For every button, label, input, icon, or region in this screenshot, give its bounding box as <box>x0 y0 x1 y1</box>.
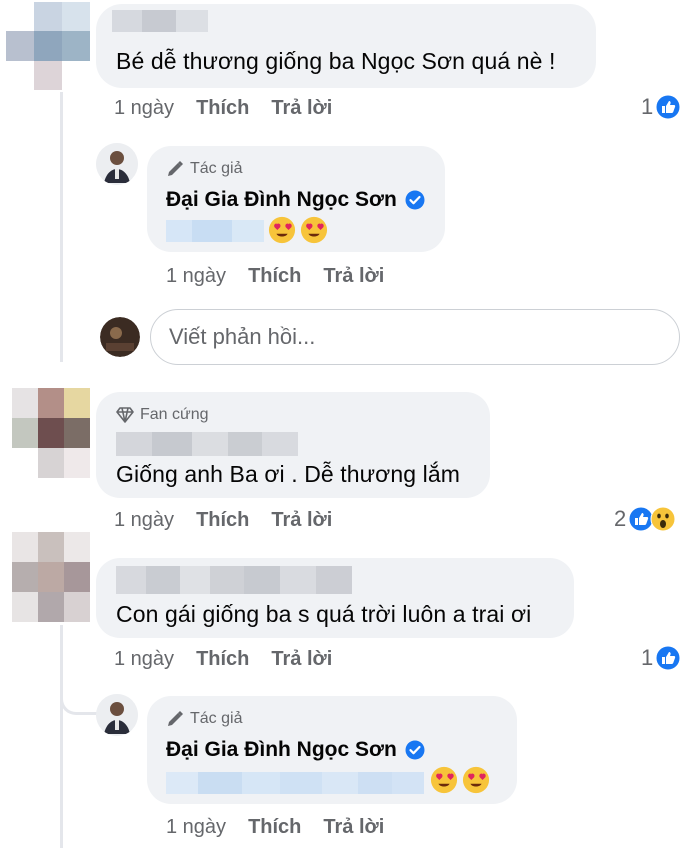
heart-eyes-icon <box>430 766 458 794</box>
comment-time[interactable]: 1 ngày <box>166 265 226 287</box>
pencil-icon <box>168 161 183 176</box>
author-badge: Tác giả <box>166 160 242 178</box>
author-badge-label: Tác giả <box>190 160 243 177</box>
comment-text: Giống anh Ba ơi . Dễ thương lắm <box>116 461 461 487</box>
reaction-count[interactable]: 1 <box>641 94 681 120</box>
pencil-icon <box>168 711 183 726</box>
author-reply-meta: 1 ngày Thích Trả lời <box>166 265 384 288</box>
reaction-count-number: 2 <box>614 506 627 531</box>
reply-emojis <box>268 216 328 244</box>
like-button[interactable]: Thích <box>248 265 301 287</box>
author-reply-meta: 1 ngày Thích Trả lời <box>166 816 384 839</box>
like-icon <box>655 94 681 120</box>
fan-badge: Fan cứng <box>116 406 209 424</box>
author-avatar[interactable] <box>96 694 138 736</box>
reaction-count-number: 1 <box>641 645 654 670</box>
author-name-blurred[interactable] <box>116 566 352 594</box>
author-avatar[interactable] <box>96 143 138 185</box>
verified-icon <box>405 740 425 760</box>
heart-eyes-icon <box>300 216 328 244</box>
avatar[interactable] <box>6 2 90 90</box>
avatar[interactable] <box>12 388 90 478</box>
author-badge: Tác giả <box>166 710 242 728</box>
comment-text: Con gái giống ba s quá trời luôn a trai … <box>116 601 532 627</box>
comment-time[interactable]: 1 ngày <box>114 509 174 531</box>
fan-badge-label: Fan cứng <box>140 406 209 423</box>
diamond-icon <box>116 407 134 423</box>
thread-connector <box>60 660 97 715</box>
comment-text: Bé dễ thương giống ba Ngọc Sơn quá nè ! <box>116 48 556 74</box>
author-name-text: Đại Gia Đình Ngọc Sơn <box>166 738 397 761</box>
heart-eyes-icon <box>462 766 490 794</box>
like-button[interactable]: Thích <box>196 509 249 531</box>
reply-button[interactable]: Trả lời <box>323 265 384 287</box>
reply-button[interactable]: Trả lời <box>271 648 332 670</box>
author-name-text: Đại Gia Đình Ngọc Sơn <box>166 188 397 211</box>
comment-meta: 1 ngày Thích Trả lời <box>114 648 332 671</box>
heart-eyes-icon <box>268 216 296 244</box>
like-button[interactable]: Thích <box>196 648 249 670</box>
reply-button[interactable]: Trả lời <box>271 97 332 119</box>
reply-input[interactable]: Viết phản hồi... <box>150 309 680 365</box>
comment-meta: 1 ngày Thích Trả lời <box>114 97 332 120</box>
like-button[interactable]: Thích <box>196 97 249 119</box>
author-name-blurred[interactable] <box>116 432 298 456</box>
like-button[interactable]: Thích <box>248 816 301 838</box>
current-user-avatar <box>100 317 140 357</box>
reply-button[interactable]: Trả lời <box>271 509 332 531</box>
author-name[interactable]: Đại Gia Đình Ngọc Sơn <box>166 738 425 762</box>
reply-text-blurred <box>166 772 424 794</box>
author-name[interactable]: Đại Gia Đình Ngọc Sơn <box>166 188 425 212</box>
reaction-count-number: 1 <box>641 94 654 119</box>
thread-line <box>60 625 63 848</box>
wow-icon <box>650 506 676 532</box>
reply-text-blurred <box>166 220 264 242</box>
reply-emojis <box>430 766 490 794</box>
avatar[interactable] <box>12 532 90 622</box>
comment-time[interactable]: 1 ngày <box>114 97 174 119</box>
verified-icon <box>405 190 425 210</box>
thread-line <box>60 92 63 362</box>
reaction-count[interactable]: 2 <box>614 506 676 532</box>
reply-button[interactable]: Trả lời <box>323 816 384 838</box>
reply-input-placeholder: Viết phản hồi... <box>169 324 316 349</box>
comment-meta: 1 ngày Thích Trả lời <box>114 509 332 532</box>
reaction-count[interactable]: 1 <box>641 645 681 671</box>
author-badge-label: Tác giả <box>190 710 243 727</box>
comment-time[interactable]: 1 ngày <box>114 648 174 670</box>
comment-time[interactable]: 1 ngày <box>166 816 226 838</box>
author-name-blurred[interactable] <box>112 10 208 32</box>
like-icon <box>655 645 681 671</box>
